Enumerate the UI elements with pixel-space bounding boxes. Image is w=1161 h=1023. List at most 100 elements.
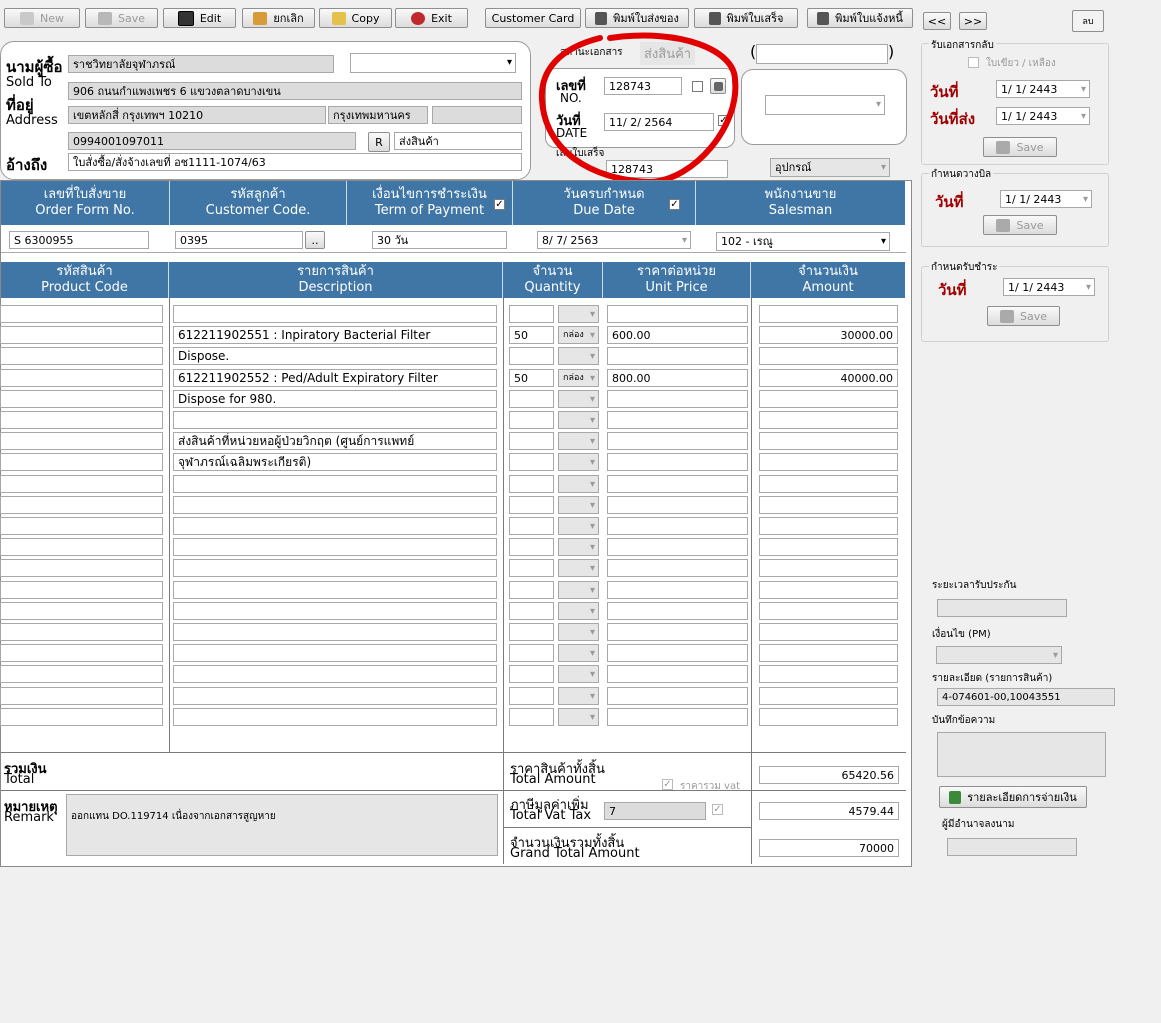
delete-button[interactable]: ลบ	[1072, 10, 1104, 32]
due-date-field[interactable]: 8/ 7/ 2563	[537, 231, 691, 249]
unit-select[interactable]	[558, 687, 599, 705]
unit-select[interactable]	[558, 708, 599, 726]
amount-cell[interactable]	[759, 453, 898, 471]
vat-inclusive-checkbox[interactable]: ✓	[662, 779, 673, 790]
unit-price-cell[interactable]	[607, 517, 748, 535]
province-field[interactable]: กรุงเทพมหานคร	[328, 106, 428, 124]
amount-cell[interactable]	[759, 687, 898, 705]
unit-select[interactable]	[558, 623, 599, 641]
product-code-cell[interactable]	[0, 390, 163, 408]
unit-select[interactable]	[558, 390, 599, 408]
description-cell[interactable]: 612211902551 : Inpiratory Bacterial Filt…	[173, 326, 497, 344]
quantity-cell[interactable]	[509, 305, 554, 323]
amount-cell[interactable]	[759, 623, 898, 641]
payment-save-button[interactable]: Save	[987, 306, 1060, 326]
unit-select[interactable]	[558, 305, 599, 323]
unit-price-cell[interactable]	[607, 432, 748, 450]
unit-price-cell[interactable]	[607, 665, 748, 683]
amount-cell[interactable]: 40000.00	[759, 369, 898, 387]
product-code-cell[interactable]	[0, 538, 163, 556]
description-cell[interactable]: Dispose for 980.	[173, 390, 497, 408]
unit-price-cell[interactable]	[607, 347, 748, 365]
order-no-field[interactable]: S 6300955	[9, 231, 149, 249]
quantity-cell[interactable]	[509, 411, 554, 429]
customer-browse-button[interactable]: ..	[305, 231, 325, 249]
product-code-cell[interactable]	[0, 411, 163, 429]
amount-cell[interactable]	[759, 538, 898, 556]
quantity-cell[interactable]	[509, 517, 554, 535]
quantity-cell[interactable]	[509, 390, 554, 408]
payment-detail-button[interactable]: รายละเอียดการจ่ายเงิน	[939, 786, 1087, 808]
unit-price-cell[interactable]	[607, 496, 748, 514]
amount-cell[interactable]	[759, 559, 898, 577]
description-cell[interactable]	[173, 411, 497, 429]
description-cell[interactable]	[173, 644, 497, 662]
description-cell[interactable]	[173, 581, 497, 599]
unit-select[interactable]	[558, 581, 599, 599]
salesman-select[interactable]: 102 - เรณู	[716, 232, 890, 251]
description-cell[interactable]	[173, 687, 497, 705]
amount-cell[interactable]	[759, 475, 898, 493]
unit-price-cell[interactable]	[607, 475, 748, 493]
total-amount-field[interactable]: 65420.56	[759, 766, 899, 784]
send-date-field[interactable]: 1/ 1/ 2443	[996, 107, 1090, 125]
quantity-cell[interactable]	[509, 475, 554, 493]
unit-select[interactable]	[558, 559, 599, 577]
amount-cell[interactable]	[759, 347, 898, 365]
pm-select[interactable]	[936, 646, 1062, 664]
receive-check[interactable]	[968, 57, 979, 68]
description-cell[interactable]	[173, 559, 497, 577]
amount-cell[interactable]	[759, 644, 898, 662]
description-cell[interactable]	[173, 496, 497, 514]
prev-record-button[interactable]: <<	[923, 12, 951, 30]
r-button[interactable]: R	[368, 132, 390, 152]
payment-date-field[interactable]: 1/ 1/ 2443	[1003, 278, 1095, 296]
description-cell[interactable]: 612211902552 : Ped/Adult Expiratory Filt…	[173, 369, 497, 387]
print-notice-button[interactable]: พิมพ์ใบแจ้งหนี้	[807, 8, 913, 28]
doc-type-select[interactable]	[765, 95, 885, 115]
address-line1-field[interactable]: 906 ถนนกำแพงเพชร 6 แขวงตลาดบางเขน	[68, 82, 522, 100]
product-code-cell[interactable]	[0, 369, 163, 387]
detail-field[interactable]: 4-074601-00,10043551	[937, 688, 1115, 706]
product-code-cell[interactable]	[0, 602, 163, 620]
billing-save-button[interactable]: Save	[983, 215, 1057, 235]
quantity-cell[interactable]	[509, 559, 554, 577]
product-code-cell[interactable]	[0, 453, 163, 471]
next-record-button[interactable]: >>	[959, 12, 987, 30]
amount-cell[interactable]	[759, 708, 898, 726]
quantity-cell[interactable]	[509, 347, 554, 365]
description-cell[interactable]	[173, 475, 497, 493]
ship-goods-field[interactable]: ส่งสินค้า	[394, 132, 522, 150]
vat-rate-checkbox[interactable]: ✓	[712, 804, 723, 815]
amount-cell[interactable]	[759, 602, 898, 620]
unit-select[interactable]	[558, 665, 599, 683]
unit-select[interactable]	[558, 538, 599, 556]
quantity-cell[interactable]	[509, 665, 554, 683]
description-cell[interactable]	[173, 305, 497, 323]
amount-cell[interactable]	[759, 517, 898, 535]
unit-price-cell[interactable]	[607, 538, 748, 556]
print-receipt-button[interactable]: พิมพ์ใบเสร็จ	[694, 8, 798, 28]
customer-card-button[interactable]: Customer Card	[485, 8, 581, 28]
approver-field[interactable]	[947, 838, 1077, 856]
postcode-field[interactable]	[432, 106, 522, 124]
payment-term-checkbox[interactable]: ✓	[494, 199, 505, 210]
reference-field[interactable]: ใบสั่งซื้อ/สั่งจ้างเลขที่ อช1111-1074/63	[68, 153, 522, 171]
description-cell[interactable]	[173, 623, 497, 641]
product-code-cell[interactable]	[0, 559, 163, 577]
unit-price-cell[interactable]	[607, 411, 748, 429]
description-cell[interactable]: จุฬาภรณ์เฉลิมพระเกียรติ)	[173, 453, 497, 471]
quantity-cell[interactable]	[509, 644, 554, 662]
cancel-button[interactable]: ยกเลิก	[242, 8, 315, 28]
unit-price-cell[interactable]	[607, 687, 748, 705]
doc-extra-field[interactable]	[756, 44, 888, 64]
product-code-cell[interactable]	[0, 708, 163, 726]
due-date-checkbox[interactable]: ✓	[669, 199, 680, 210]
amount-cell[interactable]	[759, 305, 898, 323]
product-code-cell[interactable]	[0, 581, 163, 599]
description-cell[interactable]: Dispose.	[173, 347, 497, 365]
unit-price-cell[interactable]	[607, 644, 748, 662]
buyer-name-field[interactable]: ราชวิทยาลัยจุฬาภรณ์	[68, 55, 334, 73]
quantity-cell[interactable]: 50	[509, 326, 554, 344]
unit-select[interactable]: กล่อง	[558, 326, 599, 344]
